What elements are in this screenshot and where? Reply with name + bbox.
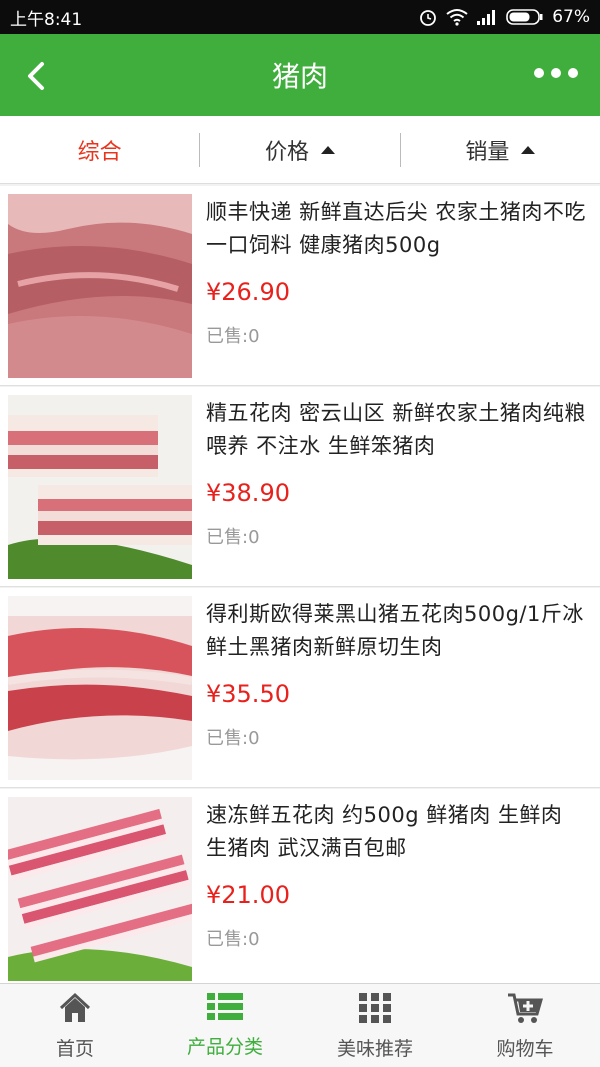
bottom-tab-bar: 首页 产品分类 美味推荐 购物车 (0, 983, 600, 1067)
product-price: ¥26.90 (206, 278, 290, 306)
product-image (8, 395, 192, 579)
home-icon (59, 992, 91, 1022)
sort-up-arrow-icon (321, 145, 335, 154)
product-price: ¥35.50 (206, 680, 290, 708)
back-arrow-icon[interactable] (20, 56, 56, 96)
sort-price[interactable]: 价格 (200, 116, 399, 183)
sort-comprehensive-label: 综合 (77, 139, 122, 165)
product-list: 顺丰快递 新鲜直达后尖 农家土猪肉不吃一口饲料 健康猪肉500g ¥26.90 … (0, 186, 600, 983)
product-image (8, 596, 192, 780)
battery-icon (506, 9, 543, 25)
tab-category[interactable]: 产品分类 (150, 984, 300, 1067)
product-item[interactable]: 顺丰快递 新鲜直达后尖 农家土猪肉不吃一口饲料 健康猪肉500g ¥26.90 … (0, 186, 600, 386)
signal-icon (477, 10, 496, 25)
tab-category-label: 产品分类 (186, 1036, 263, 1058)
category-list-icon (207, 993, 243, 1020)
product-name: 得利斯欧得莱黑山猪五花肉500g/1斤冰鲜土黑猪肉新鲜原切生肉 (206, 602, 584, 659)
product-price: ¥21.00 (206, 881, 290, 909)
sort-sales-label: 销量 (465, 139, 510, 165)
tab-recommend[interactable]: 美味推荐 (300, 984, 450, 1067)
tab-cart-label: 购物车 (496, 1038, 554, 1060)
sort-up-arrow-icon (521, 145, 536, 154)
sort-comprehensive[interactable]: 综合 (0, 116, 199, 183)
product-item[interactable]: 速冻鲜五花肉 约500g 鲜猪肉 生鲜肉 生猪肉 武汉满百包邮 ¥21.00 已… (0, 789, 600, 983)
alarm-icon (420, 10, 437, 26)
product-sold-count: 已售:0 (206, 929, 260, 950)
product-name: 顺丰快递 新鲜直达后尖 农家土猪肉不吃一口饲料 健康猪肉500g (206, 200, 586, 257)
product-name: 速冻鲜五花肉 约500g 鲜猪肉 生鲜肉 生猪肉 武汉满百包邮 (206, 803, 563, 860)
product-price: ¥38.90 (206, 479, 290, 507)
grid-icon (359, 993, 391, 1023)
product-sold-count: 已售:0 (206, 527, 260, 548)
tab-home-label: 首页 (55, 1038, 94, 1060)
product-item[interactable]: 得利斯欧得莱黑山猪五花肉500g/1斤冰鲜土黑猪肉新鲜原切生肉 ¥35.50 已… (0, 588, 600, 788)
product-sold-count: 已售:0 (206, 326, 260, 347)
tab-cart[interactable]: 购物车 (450, 984, 600, 1067)
sort-price-label: 价格 (264, 139, 309, 165)
page-title: 猪肉 (271, 60, 328, 93)
cart-icon (508, 993, 543, 1023)
tab-home[interactable]: 首页 (0, 984, 150, 1067)
more-options-icon[interactable] (534, 68, 578, 78)
product-image (8, 797, 192, 981)
product-item[interactable]: 精五花肉 密云山区 新鲜农家土猪肉纯粮喂养 不注水 生鲜笨猪肉 ¥38.90 已… (0, 387, 600, 587)
status-time: 上午8:41 (10, 9, 83, 30)
product-name: 精五花肉 密云山区 新鲜农家土猪肉纯粮喂养 不注水 生鲜笨猪肉 (206, 401, 586, 458)
sort-bar: 综合 价格 销量 (0, 116, 600, 184)
tab-recommend-label: 美味推荐 (336, 1038, 413, 1060)
product-image (8, 194, 192, 378)
wifi-icon (446, 9, 468, 26)
battery-percent: 67% (552, 7, 590, 27)
status-bar: 上午8:41 67% (0, 0, 600, 34)
app-header: 猪肉 (0, 34, 600, 116)
sort-sales[interactable]: 销量 (401, 116, 600, 183)
product-sold-count: 已售:0 (206, 728, 260, 749)
